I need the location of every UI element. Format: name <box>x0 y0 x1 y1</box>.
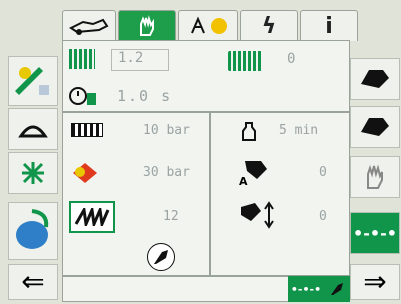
left-button-reel[interactable] <box>8 202 58 260</box>
info-icon: i <box>325 13 333 39</box>
reel-icon <box>16 209 49 249</box>
right-content-panel: 5 min A 0 0 <box>210 112 350 276</box>
timer-icon <box>69 83 97 107</box>
pressure-icon <box>71 123 103 137</box>
tab-tractor[interactable] <box>62 10 116 41</box>
right-button-glove[interactable] <box>350 156 400 198</box>
tab-glove[interactable] <box>118 10 176 41</box>
left-button-spread[interactable] <box>8 152 58 194</box>
left-content-panel: 10 bar 30 bar 12 <box>62 112 210 276</box>
row2-value: 1.0 s <box>117 87 173 105</box>
pressure2-value: 30 bar <box>143 165 190 180</box>
right-arrow-button[interactable]: ⇒ <box>350 264 400 300</box>
knife-icon <box>331 283 343 295</box>
lightning-icon: ϟ <box>261 13 277 39</box>
spread-icon <box>22 162 44 184</box>
feed-arrows-icon: •-•-• <box>290 282 322 296</box>
time-value: 5 min <box>279 123 319 138</box>
glove-icon <box>367 164 383 189</box>
lift-head-icon <box>237 199 277 229</box>
left-button-frame[interactable] <box>8 108 58 150</box>
lift-value: 0 <box>319 209 327 224</box>
oil-icon <box>71 161 99 185</box>
density-icon <box>228 51 262 71</box>
right-button-head-2[interactable] <box>350 106 400 148</box>
svg-text:A: A <box>239 175 248 187</box>
fingers-icon <box>74 208 110 226</box>
level-value: 12 <box>163 209 179 224</box>
right-button-head-1[interactable] <box>350 58 400 100</box>
level-button[interactable] <box>69 201 115 233</box>
bottom-feed-button[interactable]: •-•-• <box>288 276 324 302</box>
harvester-head-icon <box>361 70 389 88</box>
grid-icon <box>69 49 95 69</box>
row1-right-value: 0 <box>287 51 296 67</box>
header-panel: 1.2 0 1.0 s <box>62 40 350 112</box>
feed-arrows-icon: •-•-• <box>353 223 397 243</box>
knife-button[interactable] <box>147 243 175 271</box>
harvester-head-icon <box>361 118 389 136</box>
arrow-right-icon: ⇒ <box>363 265 387 298</box>
bottle-icon <box>241 121 257 141</box>
arrow-left-icon: ⇐ <box>21 265 45 298</box>
tab-power[interactable]: ϟ <box>240 10 298 41</box>
right-button-feed[interactable]: •-•-• <box>350 212 400 254</box>
tab-weather[interactable] <box>178 10 238 41</box>
auto-value: 0 <box>319 165 327 180</box>
auto-head-icon: A <box>237 157 271 188</box>
tab-info[interactable]: i <box>300 10 358 41</box>
row1-value-field[interactable]: 1.2 <box>111 49 169 71</box>
weather-icon <box>191 16 227 34</box>
frame-icon <box>18 125 48 138</box>
knife-icon <box>154 250 168 264</box>
pressure1-value: 10 bar <box>143 123 190 138</box>
tractor-icon <box>69 18 109 35</box>
left-button-attachment[interactable] <box>8 56 58 106</box>
glove-icon <box>140 15 154 36</box>
left-arrow-button[interactable]: ⇐ <box>8 264 58 300</box>
attachment-icon <box>15 67 49 95</box>
bottom-knife-button[interactable] <box>324 276 350 302</box>
